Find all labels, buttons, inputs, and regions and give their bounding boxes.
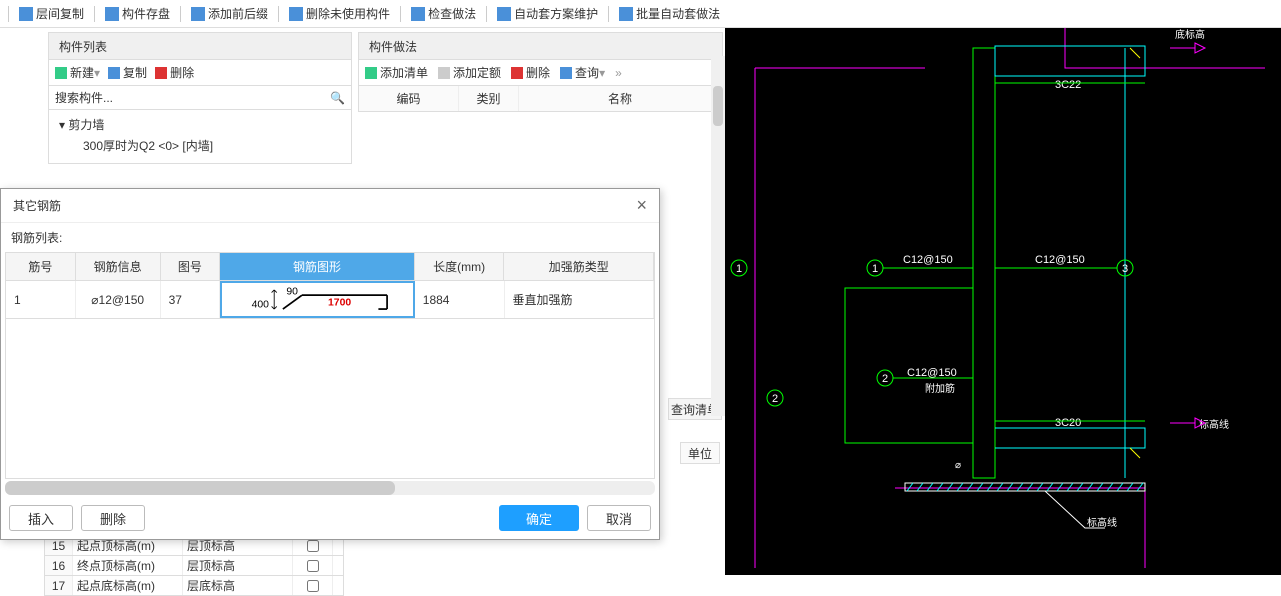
rebar-dialog: 其它钢筋 × 钢筋列表: 筋号 钢筋信息 图号 钢筋图形 长度(mm) 加强筋类… xyxy=(0,188,660,540)
component-list-panel: 构件列表 新建 ▾ 复制 删除 搜索构件... 🔍 ▾ 剪力墙 300厚时为Q2… xyxy=(48,32,352,164)
shape-cell[interactable]: 400 90 1700 xyxy=(220,281,414,318)
svg-text:标高线: 标高线 xyxy=(1087,516,1117,529)
delete-button[interactable]: 删除 xyxy=(155,64,194,81)
svg-text:C12@150: C12@150 xyxy=(1035,254,1085,266)
grid-checkbox[interactable] xyxy=(307,540,319,552)
dialog-table-header: 筋号 钢筋信息 图号 钢筋图形 长度(mm) 加强筋类型 xyxy=(5,252,655,281)
add-quota-button[interactable]: 添加定额 xyxy=(438,64,501,81)
ok-button[interactable]: 确定 xyxy=(499,505,579,531)
toolbar-batch-auto[interactable]: 批量自动套做法 xyxy=(613,3,726,24)
toolbar-del-unused[interactable]: 删除未使用构件 xyxy=(283,3,396,24)
toolbar-add-prefix[interactable]: 添加前后缀 xyxy=(185,3,274,24)
svg-text:2: 2 xyxy=(772,393,778,405)
search-icon: 🔍 xyxy=(330,91,345,105)
grid-checkbox[interactable] xyxy=(307,560,319,572)
method-panel: 构件做法 添加清单 添加定额 删除 查询 ▾ » 编码 类别 名称 xyxy=(358,32,723,112)
component-list-title: 构件列表 xyxy=(48,32,352,60)
svg-text:C12@150: C12@150 xyxy=(907,367,957,379)
dialog-table-row[interactable]: 1 ⌀12@150 37 400 90 xyxy=(5,281,655,319)
close-icon[interactable]: × xyxy=(636,195,647,216)
svg-text:3C22: 3C22 xyxy=(1055,79,1081,91)
svg-text:3C20: 3C20 xyxy=(1055,417,1081,429)
shape-length-label: 1700 xyxy=(328,298,351,309)
svg-text:2: 2 xyxy=(882,373,888,385)
tree-child[interactable]: 300厚时为Q2 <0> [内墙] xyxy=(55,135,345,156)
method-columns: 编码 类别 名称 xyxy=(358,86,723,112)
svg-text:底标高: 底标高 xyxy=(1175,28,1205,41)
copy-button[interactable]: 复制 xyxy=(108,64,147,81)
toolbar-layer-copy[interactable]: 层间复制 xyxy=(13,3,90,24)
svg-text:⌀: ⌀ xyxy=(955,460,961,471)
toolbar-check[interactable]: 检查做法 xyxy=(405,3,482,24)
method-title: 构件做法 xyxy=(358,32,723,60)
svg-text:1: 1 xyxy=(736,263,742,275)
cad-viewport[interactable]: 1 2 1 3 2 底标高 3C22 C12@150 C12@150 C12@1… xyxy=(725,28,1281,575)
search-input[interactable]: 搜索构件... 🔍 xyxy=(48,86,352,110)
property-grid: 15起点顶标高(m)层顶标高 16终点顶标高(m)层顶标高 17起点底标高(m)… xyxy=(44,536,344,596)
method-delete-button[interactable]: 删除 xyxy=(511,64,550,81)
toolbar-auto-maintain[interactable]: 自动套方案维护 xyxy=(491,3,604,24)
dialog-delete-button[interactable]: 删除 xyxy=(81,505,145,531)
toolbar-save[interactable]: 构件存盘 xyxy=(99,3,176,24)
dialog-scrollbar[interactable] xyxy=(5,481,655,495)
grid-checkbox[interactable] xyxy=(307,580,319,592)
method-query-button[interactable]: 查询 ▾ xyxy=(560,64,605,81)
main-toolbar: 层间复制 构件存盘 添加前后缀 删除未使用构件 检查做法 自动套方案维护 批量自… xyxy=(0,0,1281,28)
svg-text:附加筋: 附加筋 xyxy=(925,382,955,395)
svg-text:1: 1 xyxy=(872,263,878,275)
svg-text:标高线: 标高线 xyxy=(1199,418,1229,431)
scrollbar[interactable] xyxy=(711,56,725,416)
dialog-subtitle: 钢筋列表: xyxy=(1,223,659,252)
svg-text:90: 90 xyxy=(287,286,299,297)
svg-text:C12@150: C12@150 xyxy=(903,254,953,266)
cancel-button[interactable]: 取消 xyxy=(587,505,651,531)
tree-root[interactable]: ▾ 剪力墙 xyxy=(55,114,345,135)
shape-h-label: 400 xyxy=(252,299,270,310)
grid-row[interactable]: 17起点底标高(m)层底标高 xyxy=(44,576,344,596)
left-pane: 构件列表 新建 ▾ 复制 删除 搜索构件... 🔍 ▾ 剪力墙 300厚时为Q2… xyxy=(0,28,725,575)
new-button[interactable]: 新建 ▾ xyxy=(55,64,100,81)
svg-text:3: 3 xyxy=(1122,263,1128,275)
unit-header: 单位 xyxy=(680,442,720,464)
dialog-empty-area xyxy=(5,319,655,479)
insert-button[interactable]: 插入 xyxy=(9,505,73,531)
add-list-button[interactable]: 添加清单 xyxy=(365,64,428,81)
grid-row[interactable]: 16终点顶标高(m)层顶标高 xyxy=(44,556,344,576)
dialog-title: 其它钢筋 xyxy=(13,197,61,214)
component-tree[interactable]: ▾ 剪力墙 300厚时为Q2 <0> [内墙] xyxy=(48,110,352,164)
